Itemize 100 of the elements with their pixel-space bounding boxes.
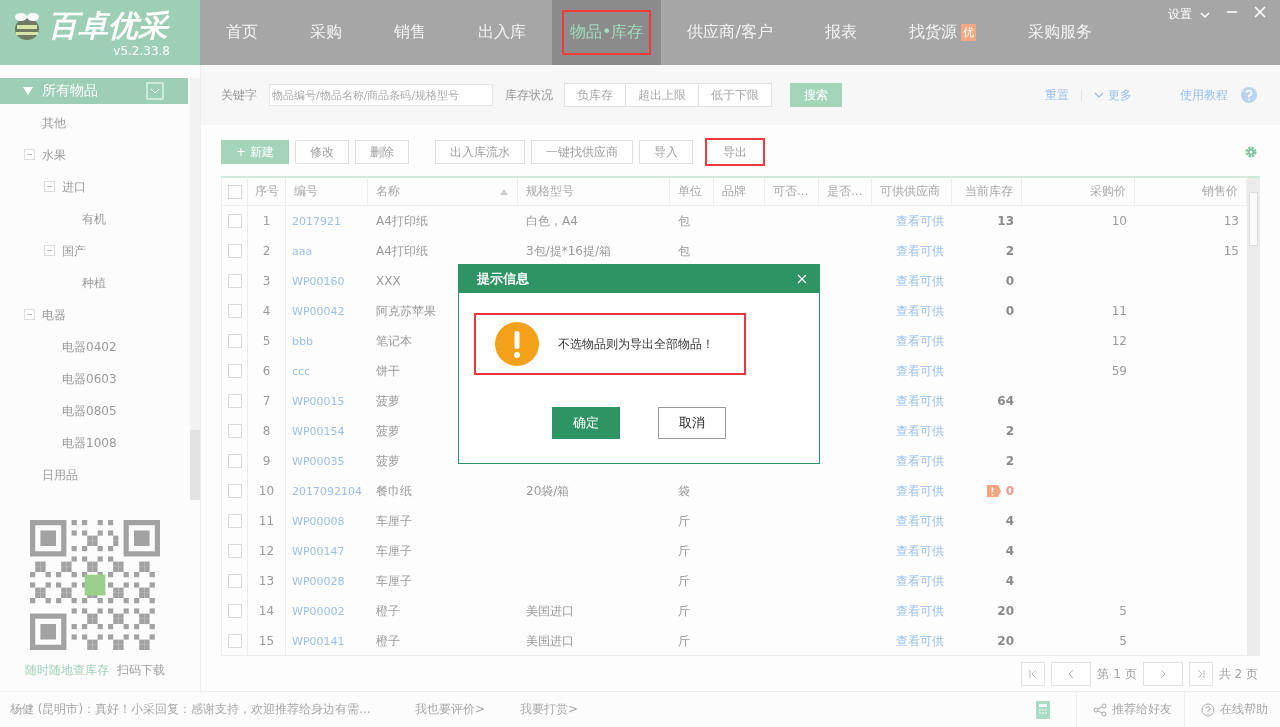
column-header[interactable]: 品牌 xyxy=(722,183,746,200)
nav-tab[interactable]: 物品•库存 xyxy=(552,0,662,65)
previous-page-button[interactable] xyxy=(1051,662,1092,686)
toolbar-button[interactable]: 出入库流水 xyxy=(434,140,525,164)
view-suppliers-link[interactable]: 查看可供 xyxy=(896,602,944,620)
next-page-button[interactable] xyxy=(1142,662,1183,686)
column-header[interactable]: 采购价 xyxy=(1090,183,1126,200)
tree-item[interactable]: 电器1008 xyxy=(62,434,117,452)
checkbox[interactable] xyxy=(227,394,242,408)
scrollbar[interactable] xyxy=(1247,178,1260,655)
column-header[interactable]: 规格型号 xyxy=(526,183,574,200)
help-icon[interactable] xyxy=(1240,86,1258,104)
nav-tab[interactable]: 出入库 xyxy=(452,0,552,65)
view-suppliers-link[interactable]: 查看可供 xyxy=(896,542,944,560)
column-header[interactable]: 编号 xyxy=(294,183,318,200)
tree-item[interactable]: 种植 xyxy=(82,274,106,292)
toolbar-button[interactable]: 一键找供应商 xyxy=(530,140,633,164)
tree-item[interactable]: 电器0805 xyxy=(62,402,117,420)
nav-tab[interactable]: 采购服务 xyxy=(1001,0,1118,65)
item-code-link[interactable]: WP00028 xyxy=(292,574,345,588)
stock-filter-button[interactable]: 负库存 xyxy=(564,83,626,107)
tree-item[interactable]: 国产 xyxy=(62,242,86,260)
tree-item[interactable]: 日用品 xyxy=(42,466,78,484)
tree-item[interactable]: 其他 xyxy=(42,114,66,132)
last-page-button[interactable] xyxy=(1188,662,1213,686)
stock-filter-button[interactable]: 超出上限 xyxy=(625,83,699,107)
first-page-button[interactable] xyxy=(1021,662,1046,686)
view-suppliers-link[interactable]: 查看可供 xyxy=(896,572,944,590)
nav-tab[interactable]: 采购 xyxy=(284,0,368,65)
column-header[interactable]: 销售价 xyxy=(1202,183,1238,200)
view-suppliers-link[interactable]: 查看可供 xyxy=(896,512,944,530)
collapse-icon[interactable] xyxy=(24,149,35,160)
toolbar-button[interactable]: 删除 xyxy=(354,140,409,164)
checkbox[interactable] xyxy=(227,634,242,648)
confirm-button[interactable]: 确定 xyxy=(552,407,620,439)
checkbox[interactable] xyxy=(227,424,242,438)
reset-link[interactable]: 重置 xyxy=(1045,86,1069,104)
settings-icon[interactable] xyxy=(1244,145,1258,159)
toolbar-button[interactable]: 导入 xyxy=(638,140,693,164)
item-code-link[interactable]: WP00147 xyxy=(292,544,345,558)
view-suppliers-link[interactable]: 查看可供 xyxy=(896,632,944,650)
column-header[interactable]: 是否... xyxy=(827,183,863,200)
cancel-button[interactable]: 取消 xyxy=(658,407,726,439)
column-header[interactable]: 单位 xyxy=(678,183,702,200)
checkbox[interactable] xyxy=(227,184,242,199)
view-suppliers-link[interactable]: 查看可供 xyxy=(896,422,944,440)
item-code-link[interactable]: WP00035 xyxy=(292,454,345,468)
toolbar-button[interactable]: 修改 xyxy=(294,140,349,164)
column-header[interactable]: 名称 xyxy=(376,183,400,200)
close-icon[interactable] xyxy=(797,274,807,284)
checkbox[interactable] xyxy=(227,274,242,288)
collapse-icon[interactable] xyxy=(44,181,55,192)
column-header[interactable]: 可供供应商 xyxy=(880,183,940,200)
item-code-link[interactable]: WP00042 xyxy=(292,304,345,318)
search-button[interactable]: 搜索 xyxy=(790,83,842,107)
view-suppliers-link[interactable]: 查看可供 xyxy=(896,302,944,320)
column-header[interactable]: 当前库存 xyxy=(965,183,1013,200)
checkbox[interactable] xyxy=(227,574,242,588)
item-code-link[interactable]: bbb xyxy=(292,334,313,348)
column-header[interactable]: 序号 xyxy=(254,183,279,200)
category-header[interactable]: 所有物品 xyxy=(0,78,188,104)
checkbox[interactable] xyxy=(227,544,242,558)
tree-item[interactable]: 水果 xyxy=(42,146,66,164)
checkbox[interactable] xyxy=(227,214,242,228)
item-code-link[interactable]: WP00015 xyxy=(292,394,345,408)
tree-item[interactable]: 有机 xyxy=(82,210,106,228)
nav-tab[interactable]: 销售 xyxy=(368,0,452,65)
item-code-link[interactable]: aaa xyxy=(292,244,313,258)
tree-item[interactable]: 电器0402 xyxy=(62,338,117,356)
view-suppliers-link[interactable]: 查看可供 xyxy=(896,272,944,290)
view-suppliers-link[interactable]: 查看可供 xyxy=(896,362,944,380)
view-suppliers-link[interactable]: 查看可供 xyxy=(896,482,944,500)
tutorial-link[interactable]: 使用教程 xyxy=(1180,86,1228,104)
item-code-link[interactable]: WP00141 xyxy=(292,634,345,648)
status-link[interactable]: 我也要评价> xyxy=(415,701,495,718)
scrollbar[interactable] xyxy=(190,78,200,500)
status-link[interactable]: 我要打赏> xyxy=(520,701,600,718)
tree-item[interactable]: 进口 xyxy=(62,178,86,196)
nav-tab[interactable]: 首页 xyxy=(200,0,284,65)
calculator-icon[interactable] xyxy=(1036,700,1050,719)
collapse-icon[interactable] xyxy=(44,245,55,256)
dropdown-icon[interactable] xyxy=(146,82,164,100)
item-code-link[interactable]: 2017092104 xyxy=(292,484,362,498)
nav-tab[interactable]: 找货源 优 xyxy=(882,0,1002,65)
nav-tab[interactable]: 供应商/客户 xyxy=(661,0,799,65)
tree-item[interactable]: 电器0603 xyxy=(62,370,117,388)
checkbox[interactable] xyxy=(227,514,242,528)
stock-filter-button[interactable]: 低于下限 xyxy=(698,83,772,107)
checkbox[interactable] xyxy=(227,334,242,348)
checkbox[interactable] xyxy=(227,304,242,318)
view-suppliers-link[interactable]: 查看可供 xyxy=(896,452,944,470)
checkbox[interactable] xyxy=(227,364,242,378)
item-code-link[interactable]: WP00008 xyxy=(292,514,345,528)
online-help-button[interactable]: 在线帮助 xyxy=(1184,692,1280,727)
item-code-link[interactable]: WP00154 xyxy=(292,424,345,438)
nav-tab[interactable]: 报表 xyxy=(798,0,883,65)
more-link[interactable]: 更多 xyxy=(1094,86,1132,104)
column-header[interactable]: 可否... xyxy=(773,183,809,200)
item-code-link[interactable]: WP00002 xyxy=(292,604,345,618)
tree-item[interactable]: 电器 xyxy=(42,306,66,324)
